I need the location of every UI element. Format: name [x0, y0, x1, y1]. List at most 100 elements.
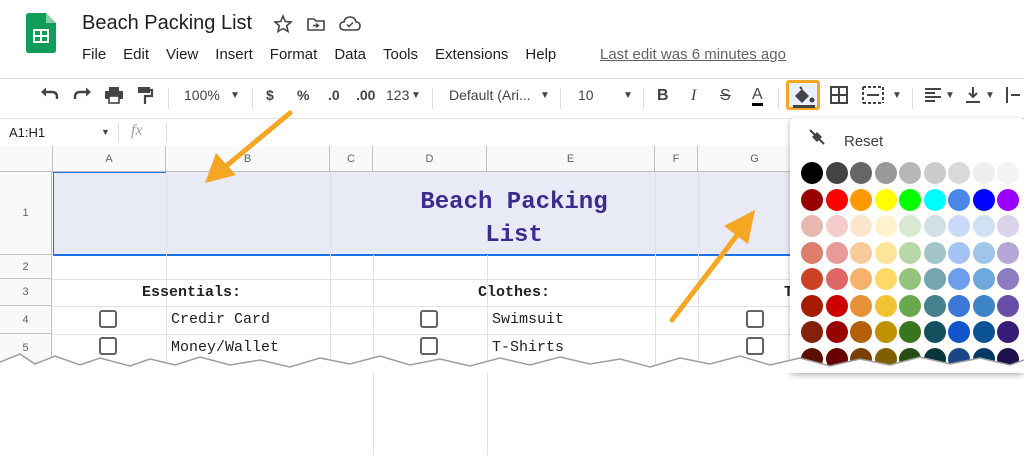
- text-wrap-icon[interactable]: [1005, 86, 1021, 107]
- color-swatch[interactable]: [801, 241, 823, 264]
- color-swatch[interactable]: [899, 188, 921, 211]
- color-swatch[interactable]: [997, 294, 1019, 317]
- color-swatch[interactable]: [874, 241, 897, 264]
- color-swatch[interactable]: [948, 294, 970, 317]
- color-swatch[interactable]: [825, 241, 848, 264]
- text-color-button[interactable]: A: [752, 87, 763, 106]
- star-icon[interactable]: [273, 13, 293, 34]
- percent-button[interactable]: %: [297, 87, 309, 103]
- color-swatch[interactable]: [972, 241, 995, 264]
- color-swatch[interactable]: [972, 268, 995, 290]
- menu-tools[interactable]: Tools: [383, 46, 418, 63]
- color-swatch[interactable]: [801, 268, 823, 290]
- strikethrough-button[interactable]: S: [720, 87, 731, 105]
- color-swatch[interactable]: [850, 294, 872, 317]
- merge-dropdown-icon[interactable]: ▼: [892, 90, 902, 101]
- column-header-a[interactable]: A: [53, 146, 166, 172]
- color-swatch[interactable]: [972, 294, 995, 317]
- font-size-select[interactable]: 10: [578, 87, 594, 103]
- move-folder-icon[interactable]: [306, 14, 326, 34]
- color-swatch[interactable]: [923, 294, 946, 317]
- color-swatch[interactable]: [899, 268, 921, 290]
- menu-insert[interactable]: Insert: [215, 46, 253, 63]
- reset-fill-icon[interactable]: [808, 128, 826, 151]
- name-box[interactable]: A1:H1: [9, 125, 45, 140]
- color-swatch[interactable]: [874, 294, 897, 317]
- color-swatch[interactable]: [997, 215, 1019, 237]
- color-swatch[interactable]: [972, 215, 995, 237]
- increase-decimal-button[interactable]: .00: [356, 87, 375, 103]
- color-swatch[interactable]: [899, 215, 921, 237]
- color-swatch[interactable]: [874, 162, 897, 184]
- decrease-decimal-button[interactable]: .0: [328, 87, 340, 103]
- color-swatch[interactable]: [825, 162, 848, 184]
- zoom-select[interactable]: 100%: [184, 87, 220, 103]
- menu-extensions[interactable]: Extensions: [435, 46, 508, 63]
- more-formats-dropdown-icon[interactable]: ▼: [411, 90, 421, 101]
- font-size-dropdown-icon[interactable]: ▼: [623, 90, 633, 101]
- name-box-dropdown-icon[interactable]: ▼: [101, 127, 110, 137]
- print-icon[interactable]: [104, 86, 124, 107]
- column-header-c[interactable]: C: [330, 146, 373, 172]
- last-edit-link[interactable]: Last edit was 6 minutes ago: [600, 46, 786, 63]
- color-swatch[interactable]: [923, 241, 946, 264]
- color-swatch[interactable]: [923, 162, 946, 184]
- checkbox-essentials-1[interactable]: [99, 310, 117, 328]
- color-swatch[interactable]: [948, 162, 970, 184]
- color-swatch[interactable]: [948, 241, 970, 264]
- document-title[interactable]: Beach Packing List: [82, 12, 252, 35]
- color-swatch[interactable]: [948, 188, 970, 211]
- color-swatch[interactable]: [948, 268, 970, 290]
- color-swatch[interactable]: [850, 268, 872, 290]
- color-swatch[interactable]: [997, 241, 1019, 264]
- active-cell-a1[interactable]: [53, 172, 167, 255]
- color-swatch[interactable]: [997, 268, 1019, 290]
- color-swatch[interactable]: [801, 162, 823, 184]
- color-swatch[interactable]: [801, 294, 823, 317]
- color-swatch[interactable]: [874, 215, 897, 237]
- redo-icon[interactable]: [72, 86, 92, 107]
- row-header-4[interactable]: 4: [0, 306, 52, 334]
- italic-button[interactable]: I: [691, 87, 696, 105]
- font-family-select[interactable]: Default (Ari...: [449, 87, 531, 103]
- menu-format[interactable]: Format: [270, 46, 318, 63]
- color-swatch[interactable]: [825, 268, 848, 290]
- color-swatch[interactable]: [825, 294, 848, 317]
- reset-button[interactable]: Reset: [844, 133, 883, 150]
- vertical-align-dropdown-icon[interactable]: ▼: [985, 90, 995, 101]
- paint-format-icon[interactable]: [136, 86, 154, 109]
- menu-data[interactable]: Data: [334, 46, 366, 63]
- align-dropdown-icon[interactable]: ▼: [945, 90, 955, 101]
- color-swatch[interactable]: [899, 162, 921, 184]
- column-header-e[interactable]: E: [487, 146, 655, 172]
- vertical-align-icon[interactable]: [964, 86, 982, 107]
- color-swatch[interactable]: [899, 241, 921, 264]
- color-swatch[interactable]: [972, 162, 995, 184]
- zoom-dropdown-icon[interactable]: ▼: [230, 90, 240, 101]
- color-swatch[interactable]: [874, 188, 897, 211]
- font-dropdown-icon[interactable]: ▼: [540, 90, 550, 101]
- checkbox-clothes-1[interactable]: [420, 310, 438, 328]
- menu-view[interactable]: View: [166, 46, 198, 63]
- row-header-2[interactable]: 2: [0, 255, 52, 279]
- color-swatch[interactable]: [923, 268, 946, 290]
- color-swatch[interactable]: [850, 188, 872, 211]
- column-header-d[interactable]: D: [373, 146, 487, 172]
- color-swatch[interactable]: [801, 188, 823, 211]
- color-swatch[interactable]: [825, 215, 848, 237]
- color-swatch[interactable]: [874, 268, 897, 290]
- color-swatch[interactable]: [899, 294, 921, 317]
- menu-edit[interactable]: Edit: [123, 46, 149, 63]
- borders-icon[interactable]: [830, 86, 848, 107]
- color-swatch[interactable]: [948, 215, 970, 237]
- cloud-status-icon[interactable]: [339, 14, 361, 34]
- column-header-f[interactable]: F: [655, 146, 698, 172]
- color-swatch[interactable]: [923, 215, 946, 237]
- color-swatch[interactable]: [850, 215, 872, 237]
- color-swatch[interactable]: [972, 188, 995, 211]
- bold-button[interactable]: B: [657, 87, 669, 105]
- color-swatch[interactable]: [923, 188, 946, 211]
- merge-cells-icon[interactable]: [862, 86, 884, 107]
- color-swatch[interactable]: [825, 188, 848, 211]
- color-swatch[interactable]: [997, 162, 1019, 184]
